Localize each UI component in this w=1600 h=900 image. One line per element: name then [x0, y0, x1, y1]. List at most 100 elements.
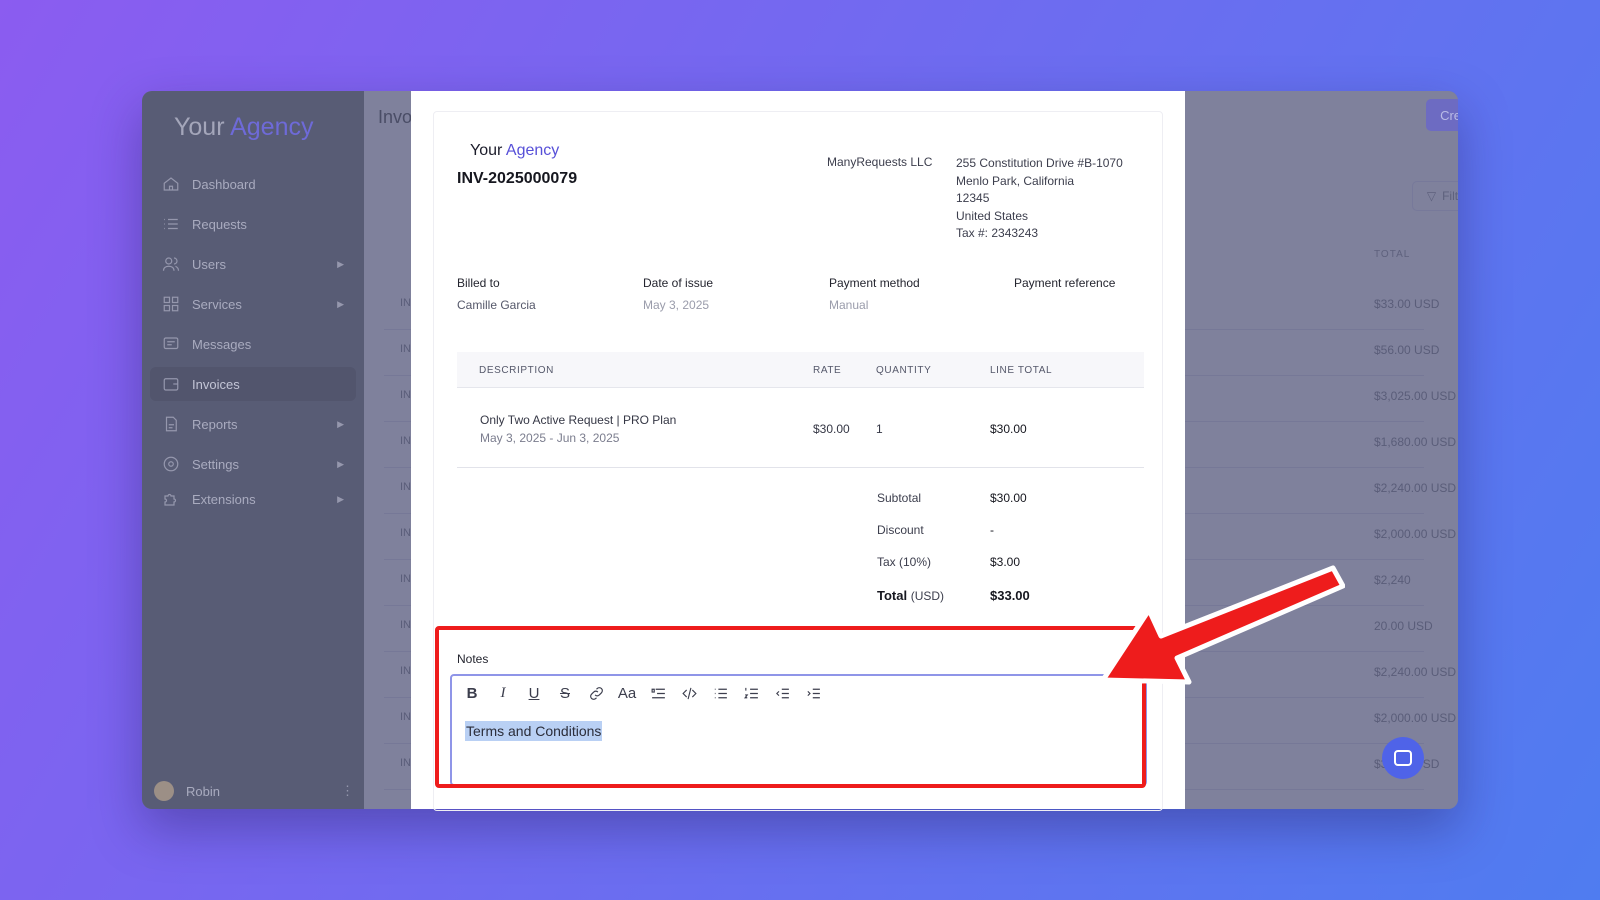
column-header-description: DESCRIPTION	[479, 365, 554, 376]
invoice-logo-prefix: Your	[470, 142, 503, 159]
total-currency: (USD)	[910, 589, 945, 603]
report-icon	[162, 415, 180, 433]
sidebar-item-services[interactable]: Services ▶	[150, 287, 356, 321]
table-row[interactable]: $2,240⋮	[1374, 573, 1458, 587]
invoice-logo: Your Agency	[470, 142, 559, 160]
billed-to-label: Billed to	[457, 276, 500, 290]
row-total: $2,240.00 USD	[1374, 481, 1457, 495]
sidebar-item-dashboard[interactable]: Dashboard	[150, 167, 356, 201]
line-items-header: DESCRIPTION RATE QUANTITY LINE TOTAL	[457, 352, 1144, 388]
sidebar-item-extensions[interactable]: Extensions ▶	[150, 482, 356, 516]
row-invoice-fragment: IN	[400, 711, 411, 723]
row-total: $33.00 USD	[1374, 297, 1440, 311]
sidebar-item-label: Messages	[192, 336, 252, 352]
row-total: 20.00 USD	[1374, 619, 1433, 633]
discount-label: Discount	[877, 523, 924, 537]
row-total: $1,680.00 USD	[1374, 435, 1457, 449]
row-total: $2,000.00 USD	[1374, 711, 1457, 725]
row-total: $3,025.00 USD	[1374, 389, 1457, 403]
home-icon	[162, 175, 180, 193]
line-item-description: Only Two Active Request | PRO Plan	[480, 413, 677, 427]
tax-label: Tax (10%)	[877, 555, 932, 569]
line-item-rate: $30.00	[813, 422, 850, 436]
row-invoice-fragment: IN	[400, 527, 411, 539]
discount-value: -	[990, 523, 994, 537]
address-line: 12345	[956, 191, 990, 205]
sidebar-item-users[interactable]: Users ▶	[150, 247, 356, 281]
user-profile[interactable]: Robin ⋮	[154, 779, 354, 803]
table-row[interactable]: $2,240.00 USD⋮	[1374, 665, 1458, 679]
row-invoice-fragment: IN	[400, 757, 411, 769]
user-name: Robin	[186, 783, 220, 799]
sidebar-item-invoices[interactable]: Invoices	[150, 367, 356, 401]
table-row[interactable]: $2,000.00 USD⋮	[1374, 527, 1458, 541]
table-row[interactable]: $56.00 USD⋮	[1374, 343, 1458, 357]
invoice-number: INV-2025000079	[457, 170, 578, 187]
annotation-arrow-icon	[1100, 565, 1345, 685]
row-invoice-fragment: IN	[400, 389, 411, 401]
app-logo[interactable]: Your Agency	[174, 113, 313, 142]
row-invoice-fragment: IN	[400, 297, 411, 309]
divider	[457, 467, 1144, 468]
sidebar-item-label: Requests	[192, 216, 247, 232]
table-row[interactable]: 20.00 USD⋮	[1374, 619, 1458, 633]
sidebar-item-label: Users	[192, 256, 226, 272]
filters-button[interactable]: ▽ Filters ⌄	[1412, 181, 1458, 211]
date-of-issue-label: Date of issue	[643, 276, 714, 290]
users-icon	[162, 255, 180, 273]
tax-value: $3.00	[990, 555, 1021, 569]
subtotal-value: $30.00	[990, 491, 1027, 505]
row-total: $2,240.00 USD	[1374, 665, 1457, 679]
row-invoice-fragment: IN	[400, 573, 411, 585]
table-row[interactable]: $2,240.00 USD⋮	[1374, 481, 1458, 495]
line-item-period: May 3, 2025 - Jun 3, 2025	[480, 431, 620, 445]
wallet-icon	[162, 375, 180, 393]
more-options-icon[interactable]: ⋮	[341, 783, 354, 799]
grid-icon	[162, 295, 180, 313]
date-of-issue-value: May 3, 2025	[643, 298, 710, 312]
table-row[interactable]: $2,000.00 USD⋮	[1374, 711, 1458, 725]
column-header-line-total: LINE TOTAL	[990, 365, 1053, 376]
annotation-highlight-box	[435, 626, 1146, 788]
chat-button[interactable]	[1382, 737, 1424, 779]
billed-to-value: Camille Garcia	[457, 298, 536, 312]
sidebar-item-label: Services	[192, 296, 242, 312]
chevron-right-icon: ▶	[337, 298, 344, 309]
row-invoice-fragment: IN	[400, 619, 411, 631]
sidebar-item-messages[interactable]: Messages	[150, 327, 356, 361]
table-row[interactable]: $3,025.00 USD⋮	[1374, 389, 1458, 403]
row-invoice-fragment: IN	[400, 343, 411, 355]
column-header-total: TOTAL	[1374, 249, 1411, 260]
address-line: 255 Constitution Drive #B-1070	[956, 156, 1123, 170]
line-item-quantity: 1	[876, 422, 883, 436]
filters-label: Filters	[1442, 189, 1458, 203]
row-total: $56.00 USD	[1374, 343, 1440, 357]
sidebar-item-label: Reports	[192, 416, 238, 432]
chevron-right-icon: ▶	[337, 458, 344, 469]
sidebar-item-label: Dashboard	[192, 176, 256, 192]
row-invoice-fragment: IN	[400, 481, 411, 493]
avatar	[154, 781, 174, 801]
page-title: Invo	[378, 107, 413, 127]
gear-icon	[162, 455, 180, 473]
sidebar-item-label: Invoices	[192, 376, 240, 392]
table-row[interactable]: $33.00 USD⋮	[1374, 297, 1458, 311]
create-invoice-button[interactable]: Create Invoice	[1426, 99, 1458, 131]
column-header-rate: RATE	[813, 365, 842, 376]
chevron-right-icon: ▶	[337, 493, 344, 504]
sidebar-item-settings[interactable]: Settings ▶	[150, 447, 356, 481]
total-label: Total (USD)	[877, 588, 944, 603]
tax-number: Tax #: 2343243	[956, 226, 1039, 240]
table-row[interactable]: $1,680.00 USD⋮	[1374, 435, 1458, 449]
sidebar-item-reports[interactable]: Reports ▶	[150, 407, 356, 441]
sidebar-item-label: Extensions	[192, 491, 256, 507]
company-address: 255 Constitution Drive #B-1070 Menlo Par…	[956, 155, 1123, 243]
sidebar-item-requests[interactable]: Requests	[150, 207, 356, 241]
invoice-logo-accent: Agency	[505, 142, 560, 159]
logo-accent: Agency	[230, 113, 314, 141]
payment-method-value: Manual	[829, 298, 869, 312]
filter-icon: ▽	[1426, 189, 1437, 203]
column-header-quantity: QUANTITY	[876, 365, 932, 376]
list-icon	[162, 215, 180, 233]
chevron-right-icon: ▶	[337, 418, 344, 429]
